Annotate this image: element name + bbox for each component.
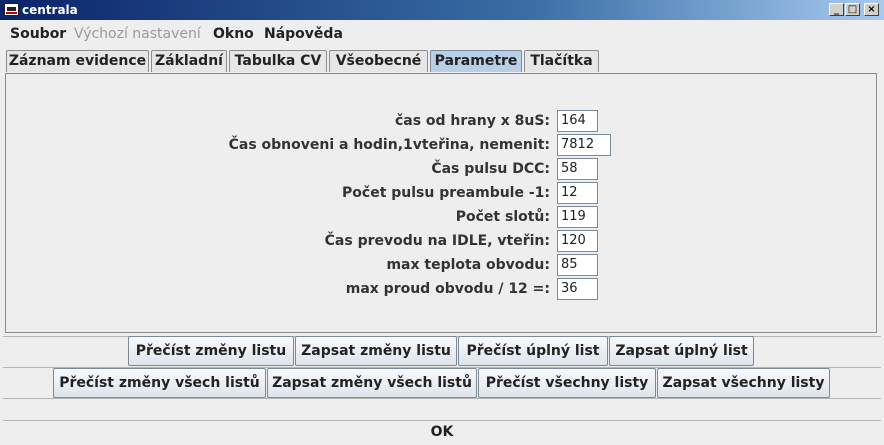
param-row: max proud obvodu / 12 =: 36	[0, 278, 880, 300]
read-sheet-changes-button[interactable]: Přečíst změny listu	[128, 336, 294, 366]
param-label: Počet pulsu preambule -1:	[342, 185, 550, 201]
menu-vychozi-nastaveni: Výchozí nastavení	[74, 26, 201, 42]
menu-napoveda[interactable]: Nápověda	[264, 26, 343, 42]
menu-bar: Soubor Výchozí nastavení Okno Nápověda	[0, 20, 884, 46]
tab-parametre[interactable]: Parametre	[430, 50, 522, 72]
main-window: centrala _ □ × Soubor Výchozí nastavení …	[0, 0, 884, 445]
param-label: Čas prevodu na IDLE, vteřin:	[324, 233, 550, 249]
title-bar[interactable]: centrala _ □ ×	[0, 0, 884, 20]
param-row: Čas prevodu na IDLE, vteřin: 120	[0, 230, 880, 252]
app-icon	[4, 3, 19, 16]
param-field[interactable]: 12	[557, 182, 598, 204]
param-label: Počet slotů:	[455, 209, 550, 225]
param-row: Počet pulsu preambule -1: 12	[0, 182, 880, 204]
param-label: čas od hrany x 8uS:	[394, 113, 550, 129]
param-label: max teplota obvodu:	[386, 257, 550, 273]
param-field[interactable]: 85	[557, 254, 598, 276]
divider	[3, 398, 881, 399]
window-title: centrala	[22, 3, 78, 17]
write-full-sheet-button[interactable]: Zapsat úplný list	[609, 336, 754, 366]
param-label: Čas obnoveni a hodin,1vteřina, nemenit:	[228, 137, 550, 153]
minimize-icon[interactable]: _	[829, 3, 844, 16]
maximize-icon[interactable]: □	[845, 3, 860, 16]
read-full-sheet-button[interactable]: Přečíst úplný list	[458, 336, 608, 366]
write-all-sheet-changes-button[interactable]: Zapsat změny všech listů	[267, 368, 477, 398]
param-field[interactable]: 164	[557, 110, 598, 132]
param-field[interactable]: 7812	[557, 134, 611, 156]
param-field[interactable]: 120	[557, 230, 598, 252]
write-sheet-changes-button[interactable]: Zapsat změny listu	[295, 336, 457, 366]
tab-zaznam-evidence[interactable]: Záznam evidence	[6, 50, 149, 72]
param-label: Čas pulsu DCC:	[431, 161, 550, 177]
param-row: Počet slotů: 119	[0, 206, 880, 228]
param-row: čas od hrany x 8uS: 164	[0, 110, 880, 132]
write-all-sheets-button[interactable]: Zapsat všechny listy	[657, 368, 830, 398]
read-all-sheets-button[interactable]: Přečíst všechny listy	[478, 368, 656, 398]
tab-bar: Záznam evidence Základní Tabulka CV Všeo…	[0, 50, 884, 73]
param-row: max teplota obvodu: 85	[0, 254, 880, 276]
tab-vseobecne[interactable]: Všeobecné	[329, 50, 428, 72]
param-field[interactable]: 119	[557, 206, 598, 228]
menu-okno[interactable]: Okno	[213, 26, 254, 42]
close-icon[interactable]: ×	[864, 3, 879, 16]
tab-tlacitka[interactable]: Tlačítka	[524, 50, 599, 72]
param-label: max proud obvodu / 12 =:	[345, 281, 550, 297]
param-row: Čas obnoveni a hodin,1vteřina, nemenit: …	[0, 134, 880, 156]
menu-soubor[interactable]: Soubor	[10, 26, 66, 42]
tab-tabulka-cv[interactable]: Tabulka CV	[229, 50, 327, 72]
read-all-sheet-changes-button[interactable]: Přečíst změny všech listů	[53, 368, 266, 398]
ok-button[interactable]: OK	[0, 421, 884, 443]
param-row: Čas pulsu DCC: 58	[0, 158, 880, 180]
param-field[interactable]: 58	[557, 158, 598, 180]
tab-zakladni[interactable]: Základní	[151, 50, 227, 72]
param-field[interactable]: 36	[557, 278, 598, 300]
